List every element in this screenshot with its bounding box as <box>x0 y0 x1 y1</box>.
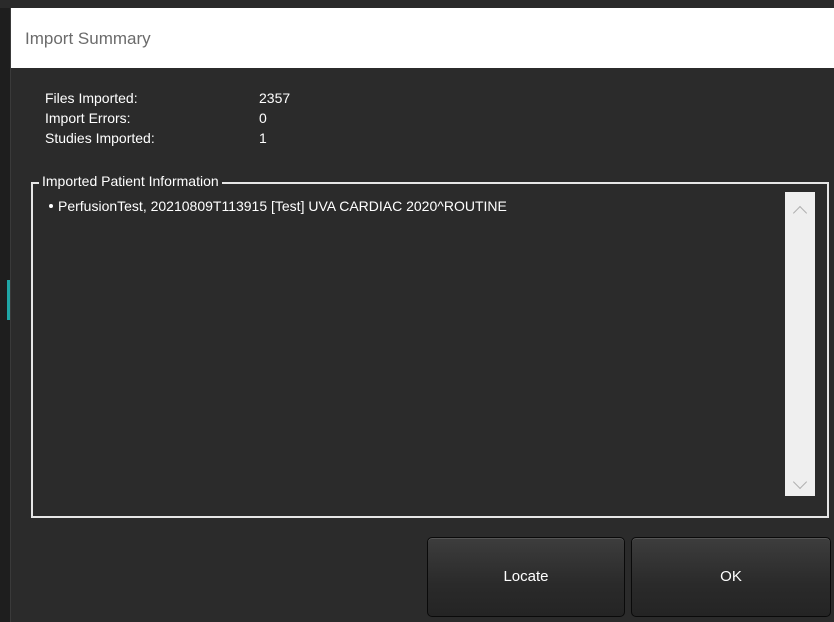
import-stats: Files Imported: 2357 Import Errors: 0 St… <box>45 88 365 148</box>
stat-studies-imported: Studies Imported: 1 <box>45 128 365 148</box>
bullet-icon <box>49 203 53 208</box>
stat-files-imported: Files Imported: 2357 <box>45 88 365 108</box>
stat-value: 1 <box>259 130 267 146</box>
stat-label: Studies Imported: <box>45 130 155 146</box>
locate-button[interactable]: Locate <box>427 537 625 617</box>
stat-import-errors: Import Errors: 0 <box>45 108 365 128</box>
import-summary-dialog: Import Summary Files Imported: 2357 Impo… <box>10 8 834 622</box>
chevron-down-icon[interactable] <box>785 472 815 494</box>
background-window-strip <box>0 0 834 8</box>
list-item[interactable]: PerfusionTest, 20210809T113915 [Test] UV… <box>43 196 783 216</box>
ok-button[interactable]: OK <box>631 537 831 617</box>
stat-label: Import Errors: <box>45 110 131 126</box>
dialog-body: Files Imported: 2357 Import Errors: 0 St… <box>11 68 834 622</box>
dialog-title: Import Summary <box>25 29 151 48</box>
patient-info-group-label: Imported Patient Information <box>39 173 222 189</box>
patient-info-group: Imported Patient Information PerfusionTe… <box>31 173 829 518</box>
stat-value: 0 <box>259 110 267 126</box>
dialog-titlebar[interactable]: Import Summary <box>11 8 834 68</box>
stat-value: 2357 <box>259 90 291 106</box>
background-window-edge <box>0 8 10 622</box>
patient-info-list[interactable]: PerfusionTest, 20210809T113915 [Test] UV… <box>43 196 783 506</box>
vertical-scrollbar[interactable] <box>785 192 815 496</box>
list-item-text: PerfusionTest, 20210809T113915 [Test] UV… <box>58 198 507 214</box>
stat-label: Files Imported: <box>45 90 138 106</box>
chevron-up-icon[interactable] <box>785 200 815 222</box>
